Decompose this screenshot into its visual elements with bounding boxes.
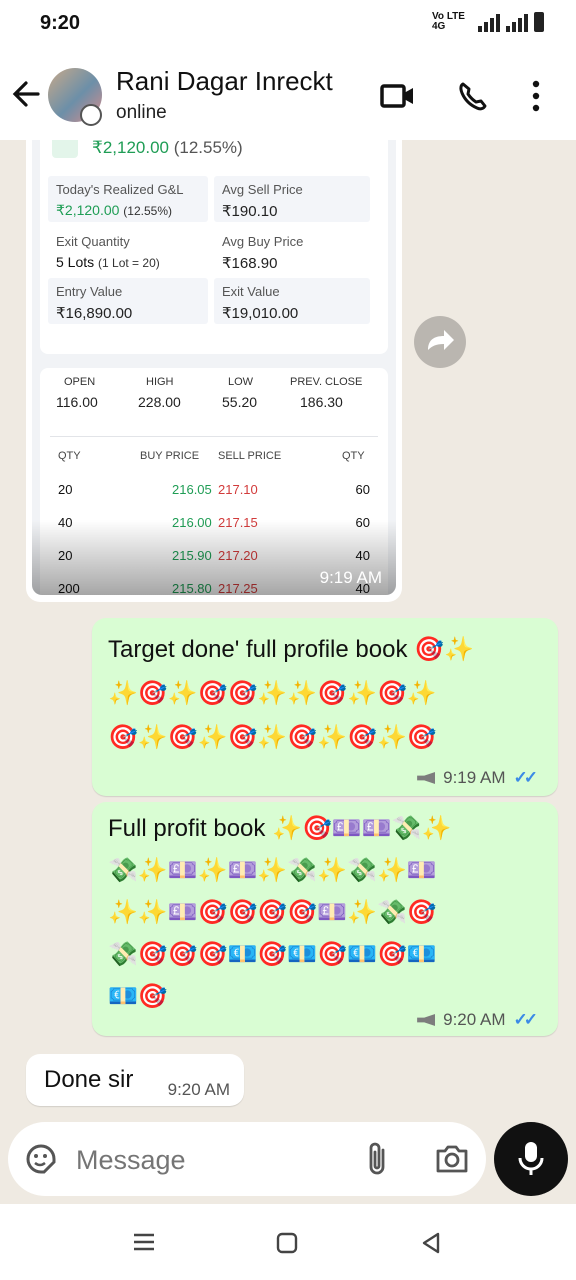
voice-call-icon[interactable]: [456, 76, 490, 121]
depth-cell: 60: [355, 482, 370, 497]
mic-button[interactable]: [494, 1122, 568, 1196]
stat-value: ₹19,010.00: [222, 305, 299, 322]
stat-value: ₹168.90: [222, 255, 278, 272]
stat-label: Entry Value: [56, 284, 123, 299]
mic-icon: [517, 1140, 545, 1183]
back-arrow-icon[interactable]: [10, 74, 42, 123]
trade-screenshot: ⌃ ₹2,120.00 (12.55%) Today's Realized G&…: [32, 140, 396, 595]
ohlc-header: OPEN: [64, 376, 96, 388]
ohlc-value: 186.30: [300, 394, 343, 410]
stat-value-suffix: (1 Lot = 20): [98, 256, 160, 270]
system-nav-bar: [0, 1204, 576, 1280]
stat-label: Exit Quantity: [56, 234, 130, 249]
network-label: Vo LTE 4G: [432, 11, 465, 32]
ohlc-header: HIGH: [146, 376, 174, 388]
pnl-value: ₹2,120.00: [92, 140, 169, 157]
pnl-percent: (12.55%): [173, 140, 243, 157]
presence-status: online: [116, 102, 167, 123]
ohlc-value: 116.00: [56, 394, 98, 410]
stat-label: Today's Realized G&L: [56, 182, 184, 197]
signal-icon: [478, 12, 500, 32]
announce-icon: [417, 1014, 436, 1026]
stat-value: 5 Lots: [56, 254, 95, 270]
stat-label: Exit Value: [222, 284, 280, 299]
message-meta: 9:19 AM ✓✓: [417, 768, 538, 788]
sticker-icon[interactable]: [24, 1142, 58, 1181]
depth-cell: 217.10: [218, 482, 258, 497]
stat-label: Avg Buy Price: [222, 234, 304, 249]
depth-header: SELL PRICE: [218, 450, 282, 462]
message-line: Target done' full profile book 🎯✨: [108, 636, 474, 663]
pnl-summary-card: ⌃ ₹2,120.00 (12.55%) Today's Realized G&…: [40, 140, 388, 354]
ohlc-value: 228.00: [138, 394, 181, 410]
message-line: Full profit book ✨🎯💷💷💸✨: [108, 815, 452, 842]
back-nav-icon[interactable]: [420, 1231, 442, 1260]
image-message[interactable]: ⌃ ₹2,120.00 (12.55%) Today's Realized G&…: [26, 140, 402, 602]
network-indicators: Vo LTE 4G: [432, 12, 544, 32]
depth-cell: 20: [58, 482, 73, 497]
contact-name[interactable]: Rani Dagar Inreckt: [116, 66, 333, 97]
stat-avg-sell: Avg Sell Price ₹190.10: [214, 176, 370, 222]
depth-headers: QTY BUY PRICE SELL PRICE QTY: [40, 450, 380, 470]
up-chevrons-icon: ⌃: [52, 140, 78, 158]
video-call-icon[interactable]: [380, 76, 416, 121]
stat-label: Avg Sell Price: [222, 182, 303, 197]
depth-row: 20 216.05 217.10 60: [40, 482, 380, 502]
ohlc-header: PREV. CLOSE: [290, 376, 363, 388]
stat-entry-value: Entry Value ₹16,890.00: [48, 278, 208, 324]
camera-icon[interactable]: [434, 1142, 470, 1181]
stat-exit-qty: Exit Quantity 5 Lots (1 Lot = 20): [48, 228, 208, 274]
message-text: Target done' full profile book 🎯✨ ✨🎯✨🎯🎯✨…: [108, 628, 474, 760]
stat-avg-buy: Avg Buy Price ₹168.90: [214, 228, 370, 274]
chat-header: Rani Dagar Inreckt online: [0, 52, 576, 140]
image-timestamp: 9:19 AM: [319, 568, 382, 587]
status-ring-icon: [80, 104, 102, 126]
stat-value: ₹16,890.00: [56, 305, 133, 322]
ohlc-header: LOW: [228, 376, 254, 388]
attach-icon[interactable]: [364, 1140, 390, 1183]
message-meta: 9:20 AM ✓✓: [417, 1010, 538, 1030]
message-bubble-incoming[interactable]: Done sir 9:20 AM: [26, 1054, 244, 1106]
message-text: Full profit book ✨🎯💷💷💸✨ 💸✨💷✨💷✨💸✨💸✨💷 ✨✨💷🎯…: [108, 808, 451, 1018]
message-text: Done sir: [44, 1066, 134, 1093]
depth-cell: 216.05: [172, 482, 212, 497]
pnl-line: ₹2,120.00 (12.55%): [92, 140, 243, 158]
message-time: 9:19 AM: [443, 768, 506, 787]
status-time: 9:20: [40, 12, 81, 34]
message-line: 💸✨💷✨💷✨💸✨💸✨💷: [108, 857, 437, 884]
home-icon[interactable]: [276, 1232, 298, 1259]
forward-icon[interactable]: [414, 316, 466, 368]
ohlc-value: 55.20: [222, 394, 258, 410]
message-line: 🎯✨🎯✨🎯✨🎯✨🎯✨🎯: [108, 724, 437, 751]
message-line: 💶🎯: [108, 983, 168, 1010]
message-line: ✨✨💷🎯🎯🎯🎯💷✨💸🎯: [108, 899, 437, 926]
signal-icon-2: [506, 12, 528, 32]
stat-value-suffix: (12.55%): [123, 204, 172, 218]
read-receipt-icon: ✓✓: [513, 1010, 538, 1029]
battery-icon: [534, 12, 544, 32]
message-input[interactable]: [74, 1138, 338, 1182]
recent-apps-icon[interactable]: [132, 1232, 156, 1257]
depth-header: QTY: [58, 450, 81, 462]
message-bubble-outgoing[interactable]: Full profit book ✨🎯💷💷💸✨ 💸✨💷✨💷✨💸✨💸✨💷 ✨✨💷🎯…: [92, 802, 558, 1036]
more-options-icon[interactable]: [530, 76, 542, 121]
message-line: ✨🎯✨🎯🎯✨✨🎯✨🎯✨: [108, 680, 437, 707]
message-composer[interactable]: [8, 1122, 486, 1196]
message-bubble-outgoing[interactable]: Target done' full profile book 🎯✨ ✨🎯✨🎯🎯✨…: [92, 618, 558, 796]
depth-header: QTY: [342, 450, 365, 462]
stat-exit-value: Exit Value ₹19,010.00: [214, 278, 370, 324]
stat-value: ₹190.10: [222, 203, 278, 220]
announce-icon: [417, 772, 436, 784]
message-line: 💸🎯🎯🎯💶🎯💶🎯💶🎯💶: [108, 941, 437, 968]
read-receipt-icon: ✓✓: [513, 768, 538, 787]
status-bar: 9:20 Vo LTE 4G: [0, 0, 576, 52]
stat-value: ₹2,120.00: [56, 202, 120, 218]
message-time: 9:20 AM: [443, 1010, 506, 1029]
divider: [50, 436, 378, 437]
depth-header: BUY PRICE: [140, 450, 200, 462]
stat-realized: Today's Realized G&L ₹2,120.00 (12.55%): [48, 176, 208, 222]
message-time: 9:20 AM: [167, 1080, 230, 1099]
